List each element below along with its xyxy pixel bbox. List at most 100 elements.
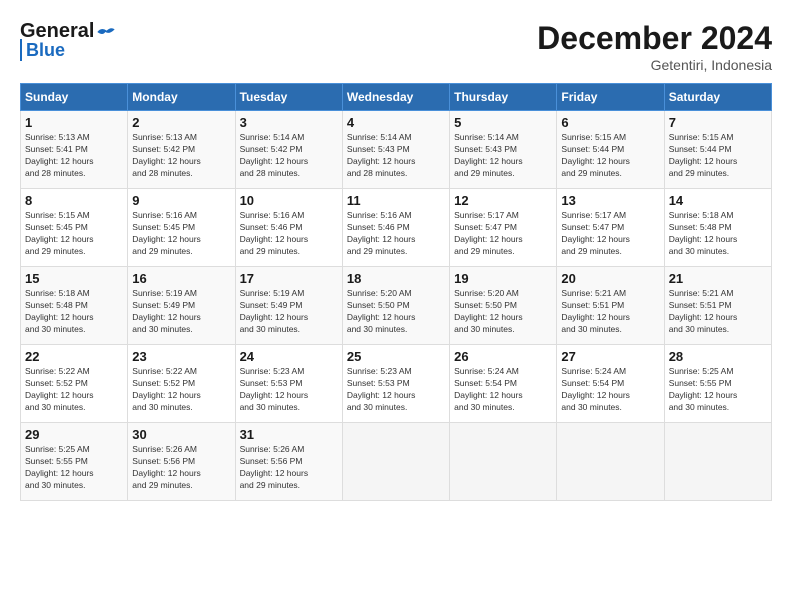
calendar-table: SundayMondayTuesdayWednesdayThursdayFrid… xyxy=(20,83,772,501)
day-cell: 6Sunrise: 5:15 AM Sunset: 5:44 PM Daylig… xyxy=(557,111,664,189)
day-number: 13 xyxy=(561,193,659,208)
day-number: 24 xyxy=(240,349,338,364)
day-cell: 9 Sunrise: 5:16 AM Sunset: 5:45 PM Daylig… xyxy=(128,189,235,267)
day-info: Sunrise: 5:13 AM Sunset: 5:42 PM Dayligh… xyxy=(132,132,201,178)
day-cell: 15 Sunrise: 5:18 AM Sunset: 5:48 PM Dayli… xyxy=(21,267,128,345)
day-info: Sunrise: 5:16 AM Sunset: 5:46 PM Dayligh… xyxy=(240,210,309,256)
day-info: Sunrise: 5:22 AM Sunset: 5:52 PM Dayligh… xyxy=(25,366,94,412)
day-cell xyxy=(664,423,771,501)
day-number: 15 xyxy=(25,271,123,286)
day-number: 3 xyxy=(240,115,338,130)
day-info: Sunrise: 5:17 AM Sunset: 5:47 PM Dayligh… xyxy=(561,210,630,256)
day-number: 17 xyxy=(240,271,338,286)
day-cell: 24 Sunrise: 5:23 AM Sunset: 5:53 PM Dayli… xyxy=(235,345,342,423)
day-cell: 2 Sunrise: 5:13 AM Sunset: 5:42 PM Daylig… xyxy=(128,111,235,189)
day-info: Sunrise: 5:26 AM Sunset: 5:56 PM Dayligh… xyxy=(132,444,201,490)
day-cell: 1Sunrise: 5:13 AM Sunset: 5:41 PM Daylig… xyxy=(21,111,128,189)
location-subtitle: Getentiri, Indonesia xyxy=(537,57,772,73)
day-cell: 16Sunrise: 5:19 AM Sunset: 5:49 PM Dayli… xyxy=(128,267,235,345)
col-header-sunday: Sunday xyxy=(21,84,128,111)
day-info: Sunrise: 5:15 AM Sunset: 5:44 PM Dayligh… xyxy=(669,132,738,178)
day-info: Sunrise: 5:21 AM Sunset: 5:51 PM Dayligh… xyxy=(561,288,630,334)
day-cell: 14 Sunrise: 5:18 AM Sunset: 5:48 PM Dayli… xyxy=(664,189,771,267)
month-title: December 2024 xyxy=(537,20,772,57)
day-cell: 29Sunrise: 5:25 AM Sunset: 5:55 PM Dayli… xyxy=(21,423,128,501)
day-number: 30 xyxy=(132,427,230,442)
day-cell: 8 Sunrise: 5:15 AM Sunset: 5:45 PM Daylig… xyxy=(21,189,128,267)
day-number: 5 xyxy=(454,115,552,130)
day-number: 9 xyxy=(132,193,230,208)
day-info: Sunrise: 5:20 AM Sunset: 5:50 PM Dayligh… xyxy=(454,288,523,334)
header-row: SundayMondayTuesdayWednesdayThursdayFrid… xyxy=(21,84,772,111)
day-info: Sunrise: 5:19 AM Sunset: 5:49 PM Dayligh… xyxy=(240,288,309,334)
week-row-1: 8 Sunrise: 5:15 AM Sunset: 5:45 PM Daylig… xyxy=(21,189,772,267)
day-cell: 3 Sunrise: 5:14 AM Sunset: 5:42 PM Daylig… xyxy=(235,111,342,189)
day-number: 11 xyxy=(347,193,445,208)
day-number: 28 xyxy=(669,349,767,364)
day-cell: 28 Sunrise: 5:25 AM Sunset: 5:55 PM Dayli… xyxy=(664,345,771,423)
day-info: Sunrise: 5:25 AM Sunset: 5:55 PM Dayligh… xyxy=(669,366,738,412)
day-cell: 21Sunrise: 5:21 AM Sunset: 5:51 PM Dayli… xyxy=(664,267,771,345)
day-number: 26 xyxy=(454,349,552,364)
day-cell: 5 Sunrise: 5:14 AM Sunset: 5:43 PM Daylig… xyxy=(450,111,557,189)
col-header-wednesday: Wednesday xyxy=(342,84,449,111)
day-number: 20 xyxy=(561,271,659,286)
day-cell: 31Sunrise: 5:26 AM Sunset: 5:56 PM Dayli… xyxy=(235,423,342,501)
day-cell: 26 Sunrise: 5:24 AM Sunset: 5:54 PM Dayli… xyxy=(450,345,557,423)
day-number: 19 xyxy=(454,271,552,286)
day-cell: 13 Sunrise: 5:17 AM Sunset: 5:47 PM Dayli… xyxy=(557,189,664,267)
day-info: Sunrise: 5:14 AM Sunset: 5:43 PM Dayligh… xyxy=(347,132,416,178)
day-number: 8 xyxy=(25,193,123,208)
day-info: Sunrise: 5:24 AM Sunset: 5:54 PM Dayligh… xyxy=(561,366,630,412)
day-info: Sunrise: 5:14 AM Sunset: 5:43 PM Dayligh… xyxy=(454,132,523,178)
day-number: 2 xyxy=(132,115,230,130)
day-info: Sunrise: 5:22 AM Sunset: 5:52 PM Dayligh… xyxy=(132,366,201,412)
day-number: 22 xyxy=(25,349,123,364)
day-info: Sunrise: 5:26 AM Sunset: 5:56 PM Dayligh… xyxy=(240,444,309,490)
day-cell: 11Sunrise: 5:16 AM Sunset: 5:46 PM Dayli… xyxy=(342,189,449,267)
day-info: Sunrise: 5:16 AM Sunset: 5:45 PM Dayligh… xyxy=(132,210,201,256)
day-cell xyxy=(557,423,664,501)
day-info: Sunrise: 5:13 AM Sunset: 5:41 PM Dayligh… xyxy=(25,132,94,178)
day-number: 14 xyxy=(669,193,767,208)
day-cell: 18Sunrise: 5:20 AM Sunset: 5:50 PM Dayli… xyxy=(342,267,449,345)
day-number: 6 xyxy=(561,115,659,130)
col-header-thursday: Thursday xyxy=(450,84,557,111)
day-info: Sunrise: 5:23 AM Sunset: 5:53 PM Dayligh… xyxy=(347,366,416,412)
day-cell: 17 Sunrise: 5:19 AM Sunset: 5:49 PM Dayli… xyxy=(235,267,342,345)
header: General Blue December 2024 Getentiri, In… xyxy=(20,20,772,73)
logo-divider xyxy=(20,39,22,61)
day-info: Sunrise: 5:18 AM Sunset: 5:48 PM Dayligh… xyxy=(25,288,94,334)
col-header-tuesday: Tuesday xyxy=(235,84,342,111)
day-number: 10 xyxy=(240,193,338,208)
day-cell: 12Sunrise: 5:17 AM Sunset: 5:47 PM Dayli… xyxy=(450,189,557,267)
day-cell xyxy=(342,423,449,501)
day-info: Sunrise: 5:15 AM Sunset: 5:45 PM Dayligh… xyxy=(25,210,94,256)
title-area: December 2024 Getentiri, Indonesia xyxy=(537,20,772,73)
day-cell: 30 Sunrise: 5:26 AM Sunset: 5:56 PM Dayli… xyxy=(128,423,235,501)
week-row-4: 29Sunrise: 5:25 AM Sunset: 5:55 PM Dayli… xyxy=(21,423,772,501)
day-cell: 27 Sunrise: 5:24 AM Sunset: 5:54 PM Dayli… xyxy=(557,345,664,423)
day-info: Sunrise: 5:18 AM Sunset: 5:48 PM Dayligh… xyxy=(669,210,738,256)
day-number: 7 xyxy=(669,115,767,130)
logo-bird-icon xyxy=(96,24,116,40)
day-cell: 10 Sunrise: 5:16 AM Sunset: 5:46 PM Dayli… xyxy=(235,189,342,267)
day-info: Sunrise: 5:14 AM Sunset: 5:42 PM Dayligh… xyxy=(240,132,309,178)
day-info: Sunrise: 5:23 AM Sunset: 5:53 PM Dayligh… xyxy=(240,366,309,412)
day-cell: 22 Sunrise: 5:22 AM Sunset: 5:52 PM Dayli… xyxy=(21,345,128,423)
col-header-monday: Monday xyxy=(128,84,235,111)
week-row-3: 22 Sunrise: 5:22 AM Sunset: 5:52 PM Dayli… xyxy=(21,345,772,423)
day-number: 16 xyxy=(132,271,230,286)
day-info: Sunrise: 5:17 AM Sunset: 5:47 PM Dayligh… xyxy=(454,210,523,256)
day-number: 27 xyxy=(561,349,659,364)
day-cell: 20 Sunrise: 5:21 AM Sunset: 5:51 PM Dayli… xyxy=(557,267,664,345)
col-header-friday: Friday xyxy=(557,84,664,111)
day-cell: 23 Sunrise: 5:22 AM Sunset: 5:52 PM Dayli… xyxy=(128,345,235,423)
day-number: 23 xyxy=(132,349,230,364)
day-cell: 7 Sunrise: 5:15 AM Sunset: 5:44 PM Daylig… xyxy=(664,111,771,189)
day-cell xyxy=(450,423,557,501)
day-info: Sunrise: 5:24 AM Sunset: 5:54 PM Dayligh… xyxy=(454,366,523,412)
week-row-2: 15 Sunrise: 5:18 AM Sunset: 5:48 PM Dayli… xyxy=(21,267,772,345)
day-info: Sunrise: 5:25 AM Sunset: 5:55 PM Dayligh… xyxy=(25,444,94,490)
week-row-0: 1Sunrise: 5:13 AM Sunset: 5:41 PM Daylig… xyxy=(21,111,772,189)
